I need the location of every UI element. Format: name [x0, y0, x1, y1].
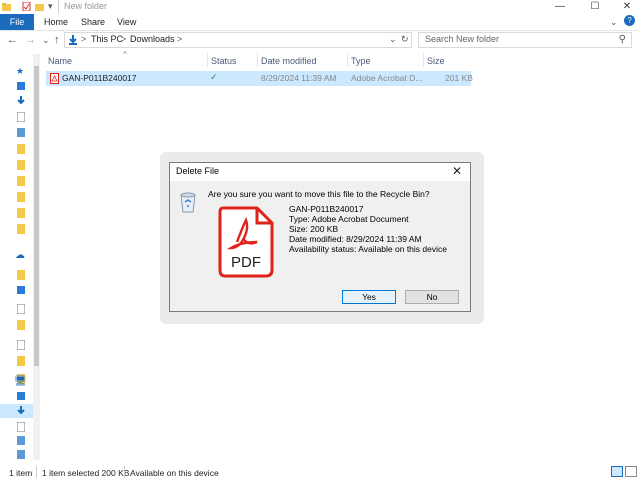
column-separator[interactable]: [257, 53, 258, 67]
breadcrumb-this-pc[interactable]: This PC: [91, 34, 123, 44]
folder-icon[interactable]: [17, 144, 25, 154]
column-separator[interactable]: [423, 53, 424, 67]
navigation-bar: ← → ⌄ ↑ > This PC > Downloads > ⌄ ↻ Sear…: [0, 31, 640, 49]
downloads-nav-icon[interactable]: [17, 406, 25, 416]
new-folder-icon[interactable]: [35, 2, 44, 11]
ribbon-tabs: File Home Share View ⌄ ?: [0, 14, 640, 31]
divider: [58, 0, 59, 13]
folder-icon[interactable]: [17, 192, 25, 202]
expand-ribbon-icon[interactable]: ⌄: [610, 14, 618, 30]
folder-icon[interactable]: [17, 356, 25, 366]
maximize-button[interactable]: ☐: [580, 0, 610, 14]
tab-home[interactable]: Home: [44, 14, 68, 30]
file-name[interactable]: GAN-P011B240017: [62, 73, 137, 83]
breadcrumb-downloads[interactable]: Downloads: [130, 34, 175, 44]
details-view-icon[interactable]: [611, 466, 623, 477]
breadcrumb-separator: >: [121, 34, 127, 44]
customize-toolbar-icon[interactable]: ▾: [48, 1, 53, 12]
downloads-icon: [69, 35, 77, 45]
pictures-icon[interactable]: [17, 128, 25, 138]
no-button[interactable]: No: [405, 290, 459, 304]
refresh-icon[interactable]: ↻: [401, 34, 409, 45]
forward-button[interactable]: →: [25, 33, 36, 47]
documents-icon[interactable]: [17, 422, 25, 432]
address-bar[interactable]: > This PC > Downloads > ⌄ ↻: [64, 32, 412, 48]
file-type: Adobe Acrobat D...: [351, 73, 423, 83]
column-type[interactable]: Type: [351, 56, 371, 66]
selection-info: 1 item selected 200 KB: [42, 468, 130, 478]
sync-status-icon: ✓: [210, 72, 218, 82]
videos-icon[interactable]: [17, 450, 25, 460]
address-dropdown-icon[interactable]: ⌄: [389, 34, 397, 45]
column-date-modified[interactable]: Date modified: [261, 56, 317, 66]
dialog-question: Are you sure you want to move this file …: [208, 189, 430, 199]
this-pc-icon[interactable]: 🖥: [14, 376, 27, 387]
divider: [124, 466, 125, 478]
search-input[interactable]: Search New folder ⚲: [418, 32, 632, 48]
dialog-file-type: Type: Adobe Acrobat Document: [289, 214, 409, 224]
properties-icon[interactable]: [22, 2, 31, 11]
dialog-file-size: Size: 200 KB: [289, 224, 339, 234]
dialog-close-button[interactable]: ✕: [452, 164, 462, 178]
dialog-availability: Availability status: Available on this d…: [289, 244, 447, 254]
item-count: 1 item: [9, 468, 33, 478]
tab-view[interactable]: View: [117, 14, 136, 30]
breadcrumb-separator: >: [177, 34, 183, 44]
large-icons-view-icon[interactable]: [625, 466, 637, 477]
documents-icon[interactable]: [17, 340, 25, 350]
recent-locations-button[interactable]: ⌄: [42, 33, 50, 47]
window-title: New folder: [64, 1, 108, 11]
folder-icon[interactable]: [17, 224, 25, 234]
pdf-document-icon: PDF: [218, 206, 274, 278]
pdf-label: PDF: [231, 254, 261, 271]
folder-icon: [2, 3, 11, 11]
delete-file-dialog: Delete File ✕ Are you sure you want to m…: [169, 162, 471, 312]
tab-file[interactable]: File: [0, 14, 34, 30]
music-icon[interactable]: [17, 436, 25, 446]
quick-access-icon[interactable]: ★: [16, 66, 24, 77]
dialog-title-bar: Delete File ✕: [170, 163, 470, 181]
dialog-title: Delete File: [176, 166, 220, 176]
recycle-bin-icon: [180, 192, 196, 213]
search-placeholder: Search New folder: [425, 34, 500, 44]
sort-arrow-icon: ^: [123, 50, 127, 59]
column-size[interactable]: Size: [427, 56, 445, 66]
breadcrumb-separator: >: [81, 34, 87, 44]
up-button[interactable]: ↑: [54, 33, 60, 47]
folder-icon[interactable]: [17, 320, 25, 330]
folder-icon[interactable]: [17, 176, 25, 186]
desktop-icon[interactable]: [17, 286, 25, 296]
availability-status: Available on this device: [130, 468, 219, 478]
desktop-icon[interactable]: [17, 82, 25, 92]
desktop-icon[interactable]: [17, 392, 25, 402]
downloads-nav-icon[interactable]: [17, 96, 25, 106]
file-date-modified: 8/29/2024 11:39 AM: [261, 73, 337, 83]
documents-icon[interactable]: [17, 112, 25, 122]
close-button[interactable]: ✕: [612, 0, 640, 14]
folder-icon[interactable]: [17, 160, 25, 170]
documents-icon[interactable]: [17, 304, 25, 314]
folder-icon[interactable]: [17, 208, 25, 218]
title-bar: ▾ New folder — ☐ ✕: [0, 0, 640, 14]
column-separator[interactable]: [347, 53, 348, 67]
column-separator[interactable]: [207, 53, 208, 67]
minimize-button[interactable]: —: [545, 0, 575, 14]
nav-scrollbar-thumb[interactable]: [34, 66, 39, 366]
file-size: 201 KB: [445, 73, 473, 83]
status-bar: 1 item 1 item selected 200 KB Available …: [0, 464, 640, 480]
divider: [36, 466, 37, 478]
onedrive-icon[interactable]: ☁: [15, 250, 25, 261]
file-row[interactable]: GAN-P011B240017 ✓ 8/29/2024 11:39 AM Ado…: [46, 71, 473, 86]
back-button[interactable]: ←: [7, 33, 18, 47]
column-status[interactable]: Status: [211, 56, 237, 66]
pdf-file-icon: [50, 73, 59, 84]
dialog-date-modified: Date modified: 8/29/2024 11:39 AM: [289, 234, 422, 244]
folder-icon[interactable]: [17, 270, 25, 280]
dialog-file-name: GAN-P011B240017: [289, 204, 364, 214]
yes-button[interactable]: Yes: [342, 290, 396, 304]
help-icon[interactable]: ?: [624, 15, 635, 26]
search-icon: ⚲: [618, 34, 626, 45]
tab-share[interactable]: Share: [81, 14, 105, 30]
column-name[interactable]: Name: [48, 56, 72, 66]
